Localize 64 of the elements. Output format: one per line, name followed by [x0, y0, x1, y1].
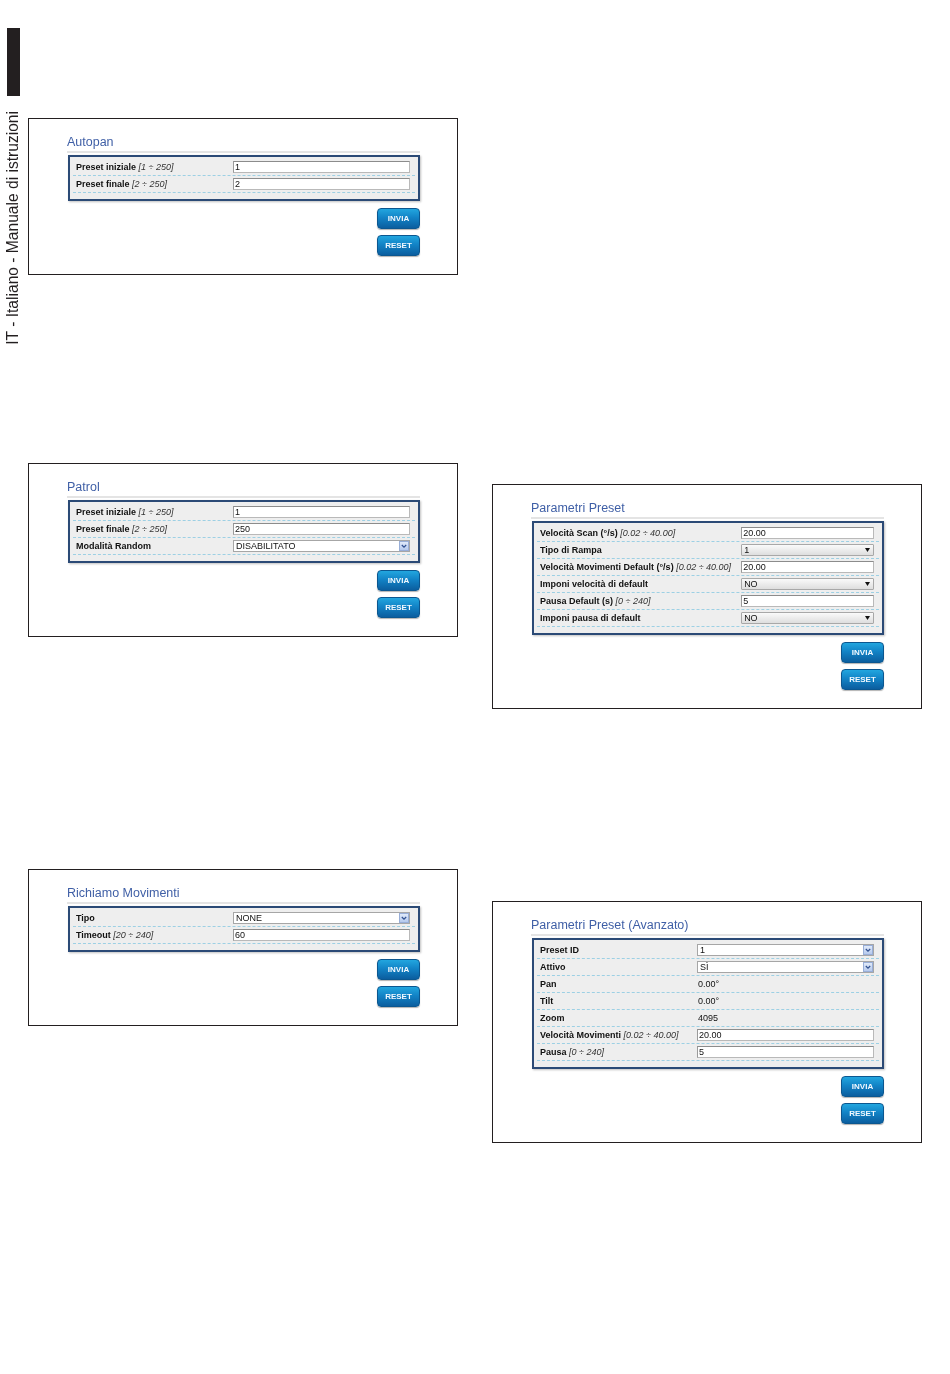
dropdown[interactable]: SÌ: [697, 961, 874, 973]
field-label: Attivo: [539, 961, 567, 973]
field-label: Timeout [20 ÷ 240]: [75, 929, 155, 941]
chevron-down-icon: [863, 945, 873, 955]
text-input[interactable]: 60: [233, 929, 410, 941]
caret-down-icon: [865, 548, 870, 552]
field-label: Preset finale [2 ÷ 250]: [75, 178, 168, 190]
field-label: Velocità Movimenti [0.02 ÷ 40.00]: [539, 1029, 680, 1041]
text-input[interactable]: 1: [233, 506, 410, 518]
submit-button[interactable]: INVIA: [377, 570, 420, 591]
field-label: Tipo: [75, 912, 96, 924]
submit-button[interactable]: INVIA: [841, 1076, 884, 1097]
dropdown[interactable]: NO: [741, 612, 874, 624]
submit-button[interactable]: INVIA: [377, 959, 420, 980]
text-input[interactable]: 20.00: [741, 527, 874, 539]
text-input[interactable]: 20.00: [697, 1029, 874, 1041]
text-input[interactable]: 2: [233, 178, 410, 190]
field-label: Imponi pausa di default: [539, 612, 642, 624]
dropdown[interactable]: 1: [741, 544, 874, 556]
field-label: Preset finale [2 ÷ 250]: [75, 523, 168, 535]
caret-down-icon: [865, 616, 870, 620]
reset-button[interactable]: RESET: [841, 669, 884, 690]
text-input[interactable]: 5: [741, 595, 874, 607]
field-label: Pausa [0 ÷ 240]: [539, 1046, 605, 1058]
page-side-label: IT - Italiano - Manuale di istruzioni: [4, 111, 21, 345]
chevron-down-icon: [863, 962, 873, 972]
panel-title: Parametri Preset (Avanzato): [531, 918, 689, 933]
text-input[interactable]: 20.00: [741, 561, 874, 573]
dropdown[interactable]: NONE: [233, 912, 410, 924]
field-label: Modalità Random: [75, 540, 152, 552]
submit-button[interactable]: INVIA: [841, 642, 884, 663]
submit-button[interactable]: INVIA: [377, 208, 420, 229]
text-input[interactable]: 250: [233, 523, 410, 535]
panel-title: Richiamo Movimenti: [67, 886, 180, 901]
field-value: 4095: [697, 1012, 719, 1024]
section-tab-marker: [7, 28, 20, 96]
panel-title: Autopan: [67, 135, 114, 150]
text-input[interactable]: 5: [697, 1046, 874, 1058]
dropdown[interactable]: DISABILITATO: [233, 540, 410, 552]
chevron-down-icon: [399, 913, 409, 923]
field-label: Preset ID: [539, 944, 581, 956]
panel-title: Parametri Preset: [531, 501, 625, 516]
field-value: 0.00°: [697, 978, 720, 990]
reset-button[interactable]: RESET: [841, 1103, 884, 1124]
field-label: Zoom: [539, 1012, 566, 1024]
text-input[interactable]: 1: [233, 161, 410, 173]
caret-down-icon: [865, 582, 870, 586]
field-label: Imponi velocità di default: [539, 578, 649, 590]
reset-button[interactable]: RESET: [377, 235, 420, 256]
field-label: Pan: [539, 978, 558, 990]
field-value: 0.00°: [697, 995, 720, 1007]
field-label: Preset iniziale [1 ÷ 250]: [75, 161, 175, 173]
reset-button[interactable]: RESET: [377, 986, 420, 1007]
dropdown[interactable]: NO: [741, 578, 874, 590]
field-label: Preset iniziale [1 ÷ 250]: [75, 506, 175, 518]
field-label: Velocità Movimenti Default (°/s) [0.02 ÷ 40.00]: [539, 561, 733, 573]
panel-title: Patrol: [67, 480, 100, 495]
dropdown[interactable]: 1: [697, 944, 874, 956]
field-label: Pausa Default (s) [0 ÷ 240]: [539, 595, 652, 607]
reset-button[interactable]: RESET: [377, 597, 420, 618]
field-label: Tipo di Rampa: [539, 544, 603, 556]
field-label: Tilt: [539, 995, 555, 1007]
chevron-down-icon: [399, 541, 409, 551]
field-label: Velocità Scan (°/s) [0.02 ÷ 40.00]: [539, 527, 677, 539]
